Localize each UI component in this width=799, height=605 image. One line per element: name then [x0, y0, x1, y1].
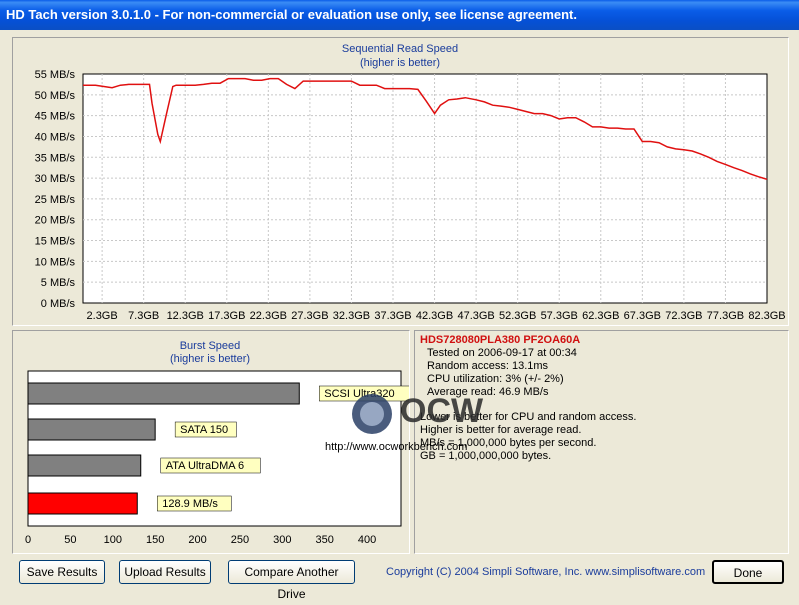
chart-title: Sequential Read Speed: [342, 43, 458, 55]
y-tick-label: 45 MB/s: [35, 111, 76, 123]
random-access: Random access: 13.1ms: [427, 360, 549, 372]
burst-bar-label: SCSI Ultra320: [324, 388, 394, 400]
chart-subtitle: (higher is better): [360, 57, 440, 69]
sequential-read-panel: Sequential Read Speed (higher is better)…: [12, 37, 789, 326]
app-window: HD Tach version 3.0.1.0 - For non-commer…: [0, 0, 799, 601]
y-tick-label: 50 MB/s: [35, 90, 76, 102]
done-button[interactable]: Done: [712, 560, 784, 584]
burst-bar-label: 128.9 MB/s: [162, 498, 218, 510]
x-tick-label: 12.3GB: [167, 310, 204, 322]
y-tick-label: 15 MB/s: [35, 236, 76, 248]
upload-results-button[interactable]: Upload Results: [119, 560, 211, 584]
x-tick-label: 27.3GB: [291, 310, 328, 322]
x-tick-label: 22.3GB: [250, 310, 287, 322]
note-mbs: MB/s = 1,000,000 bytes per second.: [420, 437, 597, 449]
x-tick-label: 72.3GB: [665, 310, 702, 322]
x-tick-label: 47.3GB: [457, 310, 494, 322]
x-tick-label: 37.3GB: [374, 310, 411, 322]
burst-x-tick-label: 250: [231, 534, 249, 546]
burst-x-tick-label: 400: [358, 534, 376, 546]
burst-x-tick-label: 350: [316, 534, 334, 546]
burst-subtitle: (higher is better): [170, 353, 250, 365]
burst-x-tick-label: 200: [188, 534, 206, 546]
y-tick-label: 35 MB/s: [35, 152, 76, 164]
burst-bar-label: SATA 150: [180, 424, 228, 436]
window-title: HD Tach version 3.0.1.0 - For non-commer…: [0, 0, 799, 30]
burst-bar: [27, 382, 300, 405]
note-higher-better: Higher is better for average read.: [420, 424, 582, 436]
burst-bar-label: ATA UltraDMA 6: [166, 460, 244, 472]
x-tick-label: 17.3GB: [208, 310, 245, 322]
x-tick-label: 82.3GB: [748, 310, 785, 322]
x-tick-label: 42.3GB: [416, 310, 453, 322]
y-tick-label: 25 MB/s: [35, 194, 76, 206]
x-tick-label: 67.3GB: [624, 310, 661, 322]
burst-title: Burst Speed: [180, 340, 241, 352]
burst-x-tick-label: 50: [64, 534, 76, 546]
cpu-utilization: CPU utilization: 3% (+/- 2%): [427, 373, 564, 385]
burst-x-tick-label: 0: [25, 534, 31, 546]
y-tick-label: 20 MB/s: [35, 215, 76, 227]
y-tick-label: 10 MB/s: [35, 256, 76, 268]
x-tick-label: 7.3GB: [128, 310, 159, 322]
compare-drive-button[interactable]: Compare Another Drive: [228, 560, 355, 601]
burst-speed-panel: Burst Speed (higher is better) SCSI Ultr…: [12, 330, 413, 554]
burst-x-tick-label: 300: [273, 534, 291, 546]
results-info-panel: HDS728080PLA380 PF2OA60A Tested on 2006-…: [414, 330, 789, 554]
burst-bar: [27, 492, 138, 515]
burst-x-tick-label: 100: [104, 534, 122, 546]
y-tick-label: 5 MB/s: [41, 277, 76, 289]
x-tick-label: 62.3GB: [582, 310, 619, 322]
y-tick-label: 0 MB/s: [41, 298, 76, 310]
burst-bar: [27, 454, 142, 477]
y-tick-label: 30 MB/s: [35, 173, 76, 185]
note-lower-better: Lower is better for CPU and random acces…: [420, 411, 637, 423]
x-tick-label: 77.3GB: [707, 310, 744, 322]
note-gb: GB = 1,000,000,000 bytes.: [420, 450, 552, 462]
average-read: Average read: 46.9 MB/s: [427, 386, 549, 398]
x-tick-label: 2.3GB: [87, 310, 118, 322]
copyright-link[interactable]: Copyright (C) 2004 Simpli Software, Inc.…: [386, 566, 705, 578]
burst-x-tick-label: 150: [146, 534, 164, 546]
y-tick-label: 55 MB/s: [35, 69, 76, 81]
y-tick-label: 40 MB/s: [35, 131, 76, 143]
drive-model: HDS728080PLA380 PF2OA60A: [420, 334, 581, 346]
x-tick-label: 57.3GB: [541, 310, 578, 322]
save-results-button[interactable]: Save Results: [19, 560, 105, 584]
burst-speed-chart: Burst Speed (higher is better) SCSI Ultr…: [25, 340, 413, 546]
burst-bar: [27, 418, 156, 441]
tested-on: Tested on 2006-09-17 at 00:34: [427, 347, 577, 359]
sequential-read-chart: Sequential Read Speed (higher is better)…: [35, 43, 786, 322]
x-tick-label: 52.3GB: [499, 310, 536, 322]
x-tick-label: 32.3GB: [333, 310, 370, 322]
plot-area: [82, 73, 768, 304]
